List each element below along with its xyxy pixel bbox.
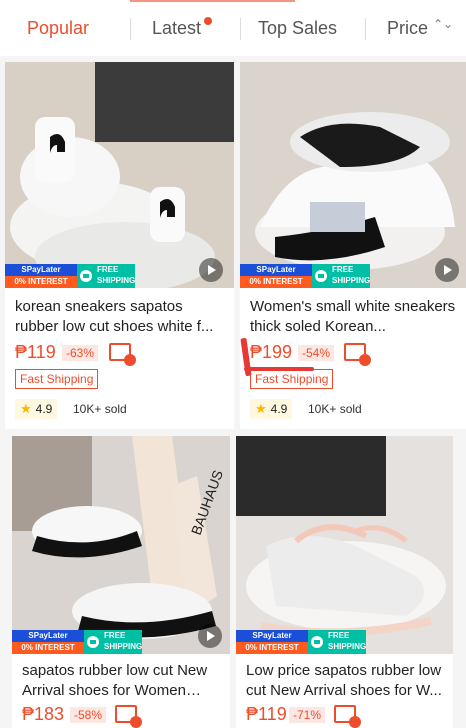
star-icon: ★ <box>20 401 32 416</box>
spaylater-badge: SPayLater 0% INTEREST <box>240 264 312 288</box>
spaylater-badge: SPayLater 0% INTEREST <box>12 630 84 654</box>
new-dot-icon <box>204 17 212 25</box>
play-video-icon[interactable] <box>435 258 459 282</box>
product-card[interactable]: BAUHAUS SPayLater 0% INTEREST FREE SHIPPIN… <box>12 436 230 728</box>
spay-label: SPayLater <box>252 631 292 640</box>
sort-tabs: Popular Latest Top Sales Price ⌃⌄ <box>0 0 466 56</box>
discount-badge: -63% <box>62 345 99 361</box>
free-shipping-badge: FREE SHIPPING <box>77 264 135 288</box>
product-image <box>236 436 453 654</box>
truck-icon <box>87 636 99 648</box>
product-price: ₱199 <box>250 342 293 362</box>
free-shipping-badge: FREE SHIPPING <box>84 630 142 654</box>
product-image <box>240 62 466 288</box>
interest-label: 0% INTEREST <box>249 277 303 286</box>
tab-latest[interactable]: Latest <box>152 18 201 39</box>
product-title-line: sapatos rubber low cut New Arrival shoes… <box>22 661 222 701</box>
discount-badge: -71% <box>289 707 326 723</box>
spay-label: SPayLater <box>21 265 61 274</box>
free-label: FREE <box>328 631 350 640</box>
shipping-label: SHIPPING <box>332 276 371 285</box>
sort-arrows-icon: ⌃⌄ <box>433 17 454 31</box>
rating-value: 4.9 <box>270 402 288 416</box>
rating-value: 4.9 <box>35 402 53 416</box>
free-label: FREE <box>104 631 126 640</box>
shipping-label: SHIPPING <box>328 642 367 651</box>
product-title: sapatos rubber low cut New Arrival shoes… <box>22 662 208 699</box>
interest-label: 0% INTEREST <box>245 643 299 652</box>
free-label: FREE <box>332 265 354 274</box>
free-label: FREE <box>97 265 119 274</box>
shipping-label: SHIPPING <box>97 276 136 285</box>
discount-badge: -54% <box>298 345 335 361</box>
annotation-mark <box>244 367 314 371</box>
spaylater-badge: SPayLater 0% INTEREST <box>5 264 77 288</box>
tab-price[interactable]: Price <box>387 18 428 39</box>
spaylater-badge: SPayLater 0% INTEREST <box>236 630 308 654</box>
spay-label: SPayLater <box>28 631 68 640</box>
tab-indicator <box>130 0 295 2</box>
product-image: BAUHAUS <box>12 436 230 654</box>
product-title: korean sneakers sapatos rubber low cut s… <box>15 298 214 335</box>
shipping-label: SHIPPING <box>104 642 143 651</box>
fast-shipping-tag: Fast Shipping <box>15 369 99 389</box>
sold-count: 10K+ sold <box>73 402 127 416</box>
fast-shipping-tag: Fast Shipping <box>250 369 334 389</box>
tab-divider <box>130 18 131 40</box>
voucher-icon <box>334 705 361 728</box>
voucher-icon <box>344 343 371 366</box>
product-title: Low price sapatos rubber low cut New Arr… <box>246 662 442 699</box>
promo-badge: SPayLater 0% INTEREST FREE SHIPPING <box>240 264 370 288</box>
product-price: ₱119 <box>15 342 56 362</box>
voucher-icon <box>115 705 142 728</box>
product-price: ₱183 <box>22 704 65 724</box>
product-card[interactable]: SPayLater 0% INTEREST FREE SHIPPING korean… <box>5 62 234 429</box>
spay-label: SPayLater <box>256 265 296 274</box>
truck-icon <box>311 636 323 648</box>
rating-badge: ★ 4.9 <box>15 399 58 419</box>
product-card[interactable]: SPayLater 0% INTEREST FREE SHIPPING Low pr… <box>236 436 453 728</box>
product-title-line: Low price sapatos rubber low cut New Arr… <box>246 661 446 701</box>
truck-icon <box>80 270 92 282</box>
promo-badge: SPayLater 0% INTEREST FREE SHIPPING <box>236 630 366 654</box>
promo-badge: SPayLater 0% INTEREST FREE SHIPPING <box>12 630 142 654</box>
tab-divider <box>240 18 241 40</box>
interest-label: 0% INTEREST <box>21 643 75 652</box>
tab-divider <box>365 18 366 40</box>
tab-popular[interactable]: Popular <box>27 18 89 39</box>
discount-badge: -58% <box>70 707 107 723</box>
product-card[interactable]: SPayLater 0% INTEREST FREE SHIPPING Women'… <box>240 62 466 429</box>
free-shipping-badge: FREE SHIPPING <box>312 264 370 288</box>
sold-count: 10K+ sold <box>308 402 362 416</box>
promo-badge: SPayLater 0% INTEREST FREE SHIPPING <box>5 264 135 288</box>
interest-label: 0% INTEREST <box>14 277 68 286</box>
play-video-icon[interactable] <box>199 258 223 282</box>
product-price: ₱119 <box>246 704 287 724</box>
rating-badge: ★ 4.9 <box>250 399 293 419</box>
star-icon: ★ <box>255 401 267 416</box>
product-title-line: Women's small white sneakers thick soled… <box>250 297 458 337</box>
truck-icon <box>315 270 327 282</box>
product-image <box>5 62 234 288</box>
product-title: Women's small white sneakers thick soled… <box>250 298 456 335</box>
free-shipping-badge: FREE SHIPPING <box>308 630 366 654</box>
voucher-icon <box>109 343 136 366</box>
tab-top-sales[interactable]: Top Sales <box>258 18 337 39</box>
play-video-icon[interactable] <box>198 624 222 648</box>
product-title-line: korean sneakers sapatos rubber low cut s… <box>15 297 223 337</box>
